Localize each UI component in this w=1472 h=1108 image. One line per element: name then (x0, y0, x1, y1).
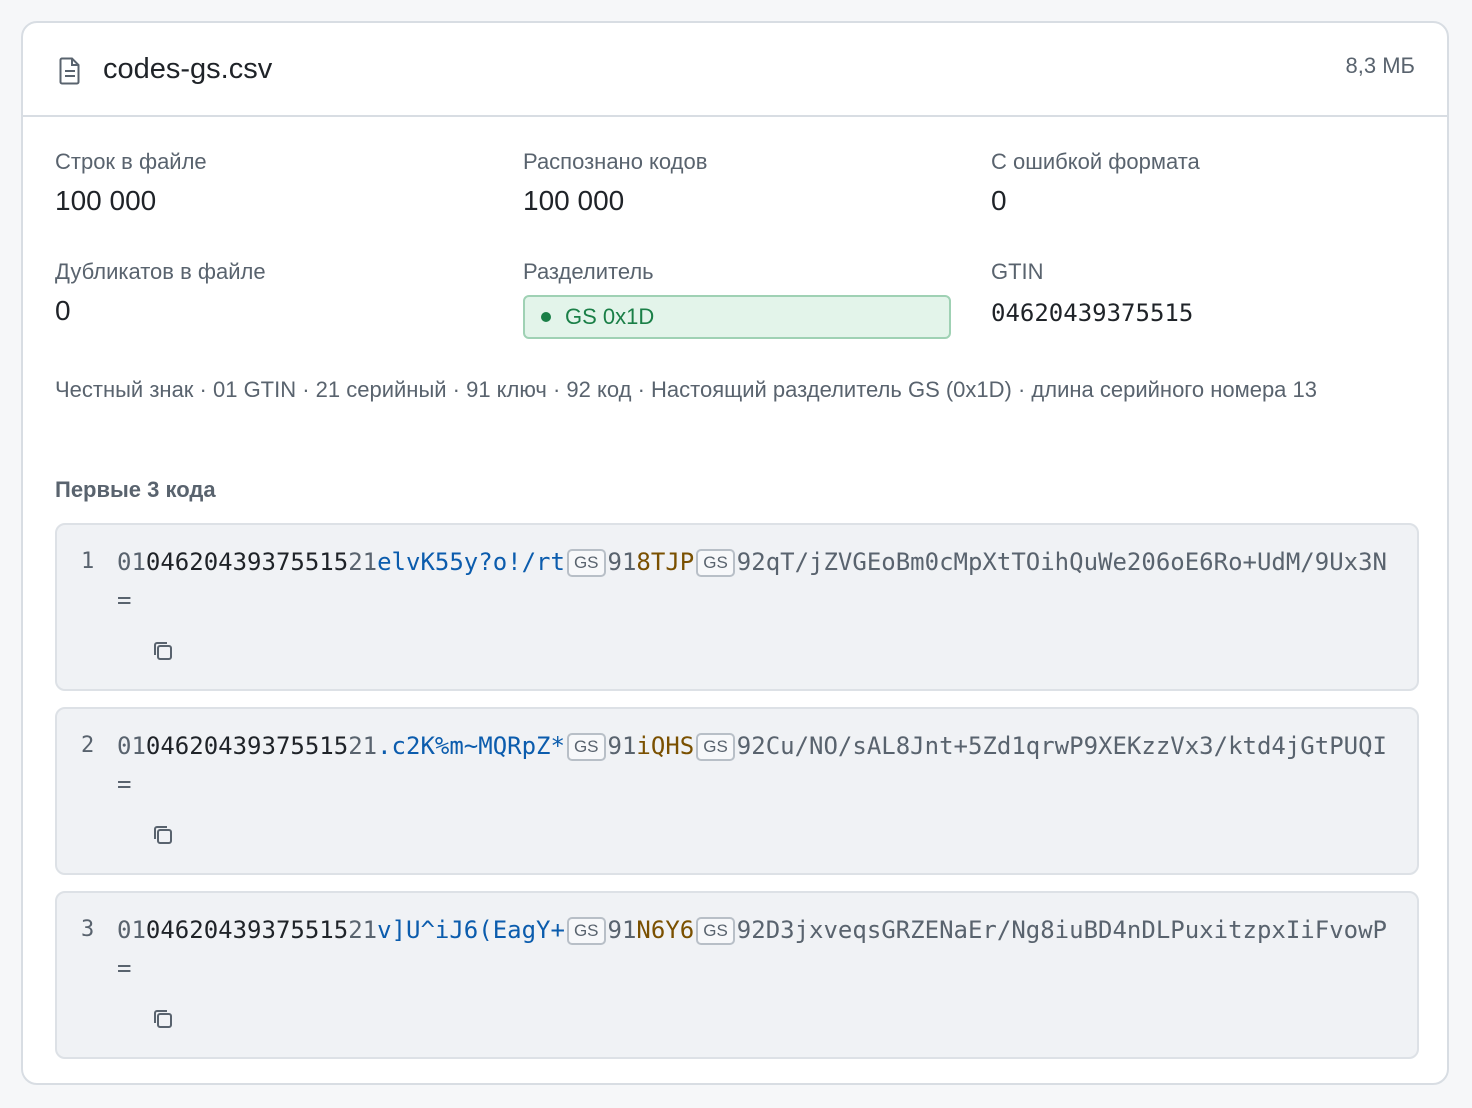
code-key: iQHS (636, 732, 695, 760)
code-serial: v]U^iJ6(EagY+ (377, 916, 565, 944)
code-value[interactable]: 010462043937551521.c2K%m~MQRpZ* GS 91iQHS G… (117, 727, 1393, 803)
code-number: 2 (81, 733, 95, 758)
stat-label: Распознано кодов (523, 149, 708, 174)
code-gtin: 04620439375515 (145, 732, 349, 760)
stat-rows: Строк в файле 100 000 (55, 149, 207, 217)
codes-section-title: Первые 3 кода (55, 477, 216, 502)
copy-icon[interactable] (149, 637, 177, 665)
stat-value: 100 000 (55, 185, 157, 216)
ai-21: 21 (348, 916, 378, 944)
gs-separator-tag: GS (696, 917, 735, 945)
ai-91: 91 (607, 916, 637, 944)
ai-92: 92 (736, 916, 766, 944)
ai-01: 01 (117, 548, 146, 576)
stat-value: 0 (991, 185, 1007, 216)
code-gtin: 04620439375515 (145, 916, 349, 944)
gs-separator-tag: GS (696, 549, 735, 577)
gs-separator-tag: GS (696, 733, 735, 761)
file-header: codes-gs.csv 8,3 МБ (23, 23, 1447, 117)
code-key: N6Y6 (636, 916, 695, 944)
code-gtin: 04620439375515 (145, 548, 349, 576)
file-icon (59, 57, 80, 85)
gs-separator-tag: GS (566, 549, 606, 577)
code-serial: elvK55y?o!/rt (377, 548, 565, 576)
code-number: 1 (81, 549, 95, 574)
copy-icon[interactable] (149, 821, 177, 849)
file-size: 8,3 МБ (1345, 53, 1415, 78)
separator-value: GS 0x1D (565, 304, 655, 329)
stat-value: 0 (55, 295, 71, 326)
stat-recognized: Распознано кодов 100 000 (523, 149, 707, 217)
stat-duplicates: Дубликатов в файле 0 (55, 259, 266, 327)
ai-21: 21 (348, 548, 378, 576)
file-card: codes-gs.csv 8,3 МБ Строк в файле 100 00… (21, 21, 1449, 1085)
stat-label: Дубликатов в файле (55, 259, 266, 284)
stat-format-errors: С ошибкой формата 0 (991, 149, 1200, 217)
copy-icon[interactable] (149, 1005, 177, 1033)
gs-separator-tag: GS (566, 917, 606, 945)
code-value[interactable]: 010462043937551521v]U^iJ6(EagY+ GS 91N6Y6 G… (117, 911, 1393, 987)
code-key: 8TJP (636, 548, 695, 576)
code-value[interactable]: 010462043937551521elvK55y?o!/rt GS 918TJP G… (117, 543, 1393, 619)
gs-separator-tag: GS (566, 733, 606, 761)
ai-92: 92 (736, 732, 766, 760)
stat-value: 04620439375515 (991, 299, 1194, 327)
ai-01: 01 (117, 916, 146, 944)
ai-21: 21 (348, 732, 378, 760)
stat-value: 100 000 (523, 185, 625, 216)
code-item: 1 010462043937551521elvK55y?o!/rt GS 918TJ… (55, 523, 1419, 691)
code-number: 3 (81, 917, 95, 942)
code-item: 3 010462043937551521v]U^iJ6(EagY+ GS 91N6Y… (55, 891, 1419, 1059)
status-dot-icon (541, 312, 551, 322)
stat-label: Разделитель (523, 259, 654, 284)
ai-01: 01 (117, 732, 146, 760)
stat-label: GTIN (991, 259, 1044, 284)
ai-92: 92 (736, 548, 766, 576)
separator-badge: GS 0x1D (523, 295, 951, 339)
stat-gtin: GTIN 04620439375515 (991, 259, 1193, 327)
stat-label: С ошибкой формата (991, 149, 1200, 174)
ai-91: 91 (607, 732, 637, 760)
stat-label: Строк в файле (55, 149, 207, 174)
stat-separator: Разделитель GS 0x1D (523, 259, 951, 339)
code-serial: .c2K%m~MQRpZ* (377, 732, 565, 760)
code-item: 2 010462043937551521.c2K%m~MQRpZ* GS 91iQH… (55, 707, 1419, 875)
ai-91: 91 (607, 548, 637, 576)
file-name: codes-gs.csv (103, 53, 273, 85)
format-description: Честный знак · 01 GTIN · 21 серийный · 9… (55, 377, 1317, 402)
